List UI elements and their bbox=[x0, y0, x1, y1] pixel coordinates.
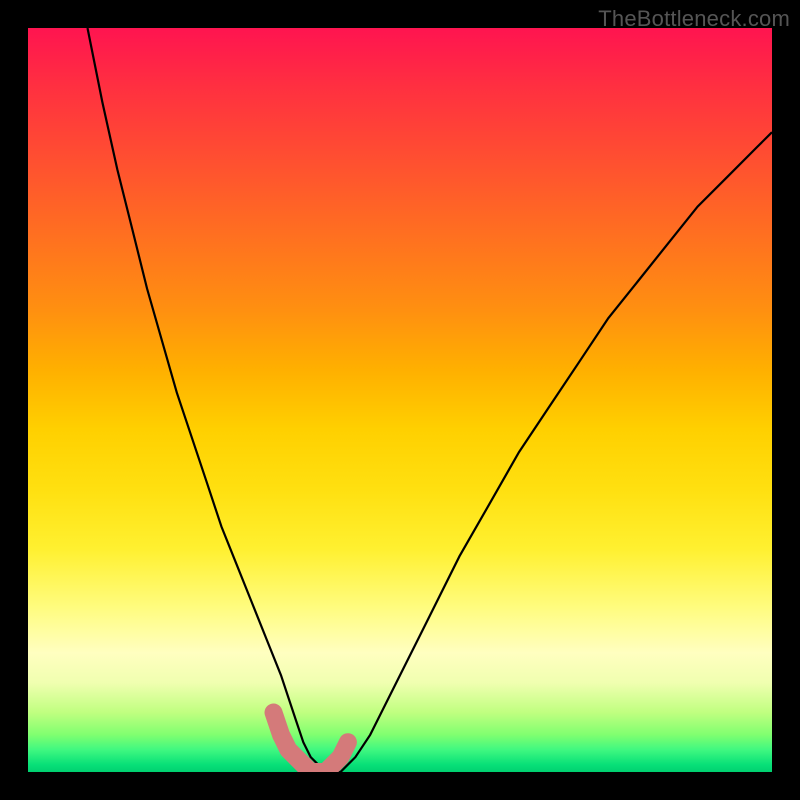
watermark-text: TheBottleneck.com bbox=[598, 6, 790, 32]
chart-plot-area bbox=[28, 28, 772, 772]
bottleneck-curve bbox=[88, 28, 773, 772]
chart-svg bbox=[28, 28, 772, 772]
zero-bottleneck-region bbox=[274, 713, 348, 773]
